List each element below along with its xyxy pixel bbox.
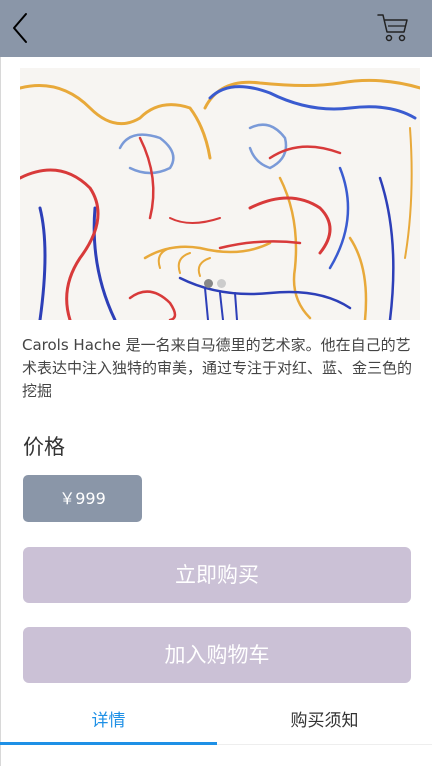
- top-bar: [0, 0, 432, 57]
- carousel-dot-1[interactable]: [204, 279, 213, 288]
- carousel-dot-2[interactable]: [217, 279, 226, 288]
- page-edge-divider: [0, 57, 1, 766]
- tab-purchase-notice[interactable]: 购买须知: [217, 706, 432, 736]
- product-page: Carols Hache 是一名来自马德里的艺术家。他在自己的艺术表达中注入独特…: [0, 0, 432, 766]
- price-badge: ￥999: [23, 475, 142, 522]
- product-description: Carols Hache 是一名来自马德里的艺术家。他在自己的艺术表达中注入独特…: [22, 336, 413, 400]
- tab-details[interactable]: 详情: [0, 706, 217, 736]
- tab-bar-divider: [217, 744, 432, 745]
- price-label: 价格: [23, 435, 65, 459]
- chevron-left-icon: [13, 13, 27, 43]
- add-to-cart-button[interactable]: 加入购物车: [23, 627, 411, 683]
- shopping-cart-icon: [377, 14, 408, 42]
- buy-now-button[interactable]: 立即购买: [23, 547, 411, 603]
- active-tab-indicator: [0, 742, 217, 745]
- back-button[interactable]: [6, 8, 36, 48]
- cart-button[interactable]: [376, 12, 410, 44]
